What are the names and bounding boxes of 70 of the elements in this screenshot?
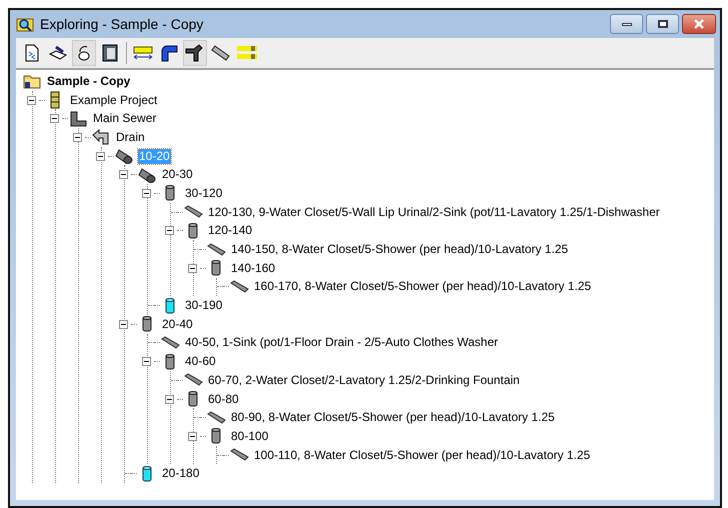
cylinder-icon xyxy=(141,315,153,334)
tree-item[interactable]: 40-60 xyxy=(184,354,217,370)
close-icon xyxy=(693,19,705,29)
collapse-toggle[interactable] xyxy=(73,132,82,142)
tree-item[interactable]: 80-90, 8-Water Closet/5-Shower (per head)/10-Lavatory 1.25 xyxy=(230,410,556,426)
tree-item[interactable]: 20-180 xyxy=(161,466,200,482)
collapse-toggle[interactable] xyxy=(50,114,59,124)
cylinder-icon xyxy=(141,464,153,483)
tree-item[interactable]: Main Sewer xyxy=(92,111,158,126)
pipe-segment-icon xyxy=(229,448,249,462)
cylinder-icon xyxy=(187,390,199,408)
close-button[interactable] xyxy=(682,14,716,34)
minimize-button[interactable] xyxy=(610,14,643,34)
tree-item[interactable]: 60-70, 2-Water Closet/2-Lavatory 1.25/2-Drinking Fountain xyxy=(207,372,521,388)
cylinder-icon xyxy=(210,427,222,446)
tree-item[interactable]: 120-130, 9-Water Closet/5-Wall Lip Urinal/2-Sink (pot/11-Lavatory 1.25/1-Dishwasher xyxy=(207,204,661,220)
pipe-icon xyxy=(211,44,231,62)
collapse-toggle[interactable] xyxy=(165,226,174,236)
window-title: Exploring - Sample - Copy xyxy=(40,14,204,34)
tree-item[interactable]: 140-150, 8-Water Closet/5-Shower (per head)/10-Lavatory 1.25 xyxy=(230,242,570,258)
page-icon xyxy=(24,44,40,62)
tree-item[interactable]: 120-140 xyxy=(207,223,254,238)
collapse-toggle[interactable] xyxy=(188,264,197,273)
cylinder-icon xyxy=(164,184,176,202)
pipe-segment-icon xyxy=(206,410,226,425)
collapse-toggle[interactable] xyxy=(165,394,174,404)
cylinder-icon xyxy=(187,222,199,240)
pipe-segment-icon xyxy=(183,205,203,220)
tree-item[interactable]: 20-30 xyxy=(161,167,194,182)
building-icon xyxy=(50,91,60,110)
tree-item[interactable]: 80-100 xyxy=(230,428,270,444)
maximize-button[interactable] xyxy=(646,14,679,34)
collapse-toggle[interactable] xyxy=(119,320,128,329)
pipe-segment-icon xyxy=(160,336,180,350)
pipe-segment-icon xyxy=(206,242,226,257)
toolbar-button[interactable] xyxy=(183,40,207,66)
tree-item[interactable]: 160-170, 8-Water Closet/5-Shower (per head)/10-Lavatory 1.25 xyxy=(253,279,592,294)
tree-item[interactable]: 40-50, 1-Sink (pot/1-Floor Drain - 2/5-Auto Clothes Washer xyxy=(184,335,500,350)
cylinder-icon xyxy=(164,296,176,315)
pipe-segment-icon xyxy=(183,373,203,388)
panel-icon xyxy=(102,44,118,62)
tree-item[interactable]: 60-80 xyxy=(207,392,240,407)
tree-item[interactable]: 20-40 xyxy=(161,316,194,332)
bars-icon xyxy=(236,44,258,62)
cylinder-icon xyxy=(210,259,222,278)
tree-item[interactable]: 140-160 xyxy=(230,260,276,276)
folder-icon xyxy=(23,73,41,90)
magnifier-folder-icon xyxy=(16,16,34,32)
collapse-toggle[interactable] xyxy=(96,152,105,161)
rotate-icon xyxy=(76,44,92,62)
tee-pipe-icon xyxy=(185,44,205,62)
cylinder-icon xyxy=(164,352,176,371)
tree-root-label[interactable]: Sample - Copy xyxy=(46,74,132,89)
pipe-segment-icon xyxy=(229,280,249,294)
tree-item[interactable]: Drain xyxy=(115,130,146,145)
elbow-arrow-icon xyxy=(92,129,110,146)
tree-item[interactable]: Example Project xyxy=(69,92,158,108)
collapse-toggle[interactable] xyxy=(119,170,128,180)
collapse-toggle[interactable] xyxy=(188,432,197,441)
elbow-pipe-icon xyxy=(160,44,178,62)
tree-item[interactable]: 30-120 xyxy=(184,186,224,201)
pipe-length-icon xyxy=(132,45,154,61)
pipe-bend-icon xyxy=(69,110,87,127)
collapse-toggle[interactable] xyxy=(142,188,151,198)
collapse-toggle[interactable] xyxy=(142,357,151,366)
tree-item[interactable]: 30-190 xyxy=(184,298,224,314)
pencil-tray-icon xyxy=(48,45,68,61)
collapse-toggle[interactable] xyxy=(27,96,36,105)
toolbar-button[interactable] xyxy=(72,40,96,66)
tree-item[interactable]: 100-110, 8-Water Closet/5-Shower (per head)/10-Lavatory 1.25 xyxy=(253,448,592,463)
